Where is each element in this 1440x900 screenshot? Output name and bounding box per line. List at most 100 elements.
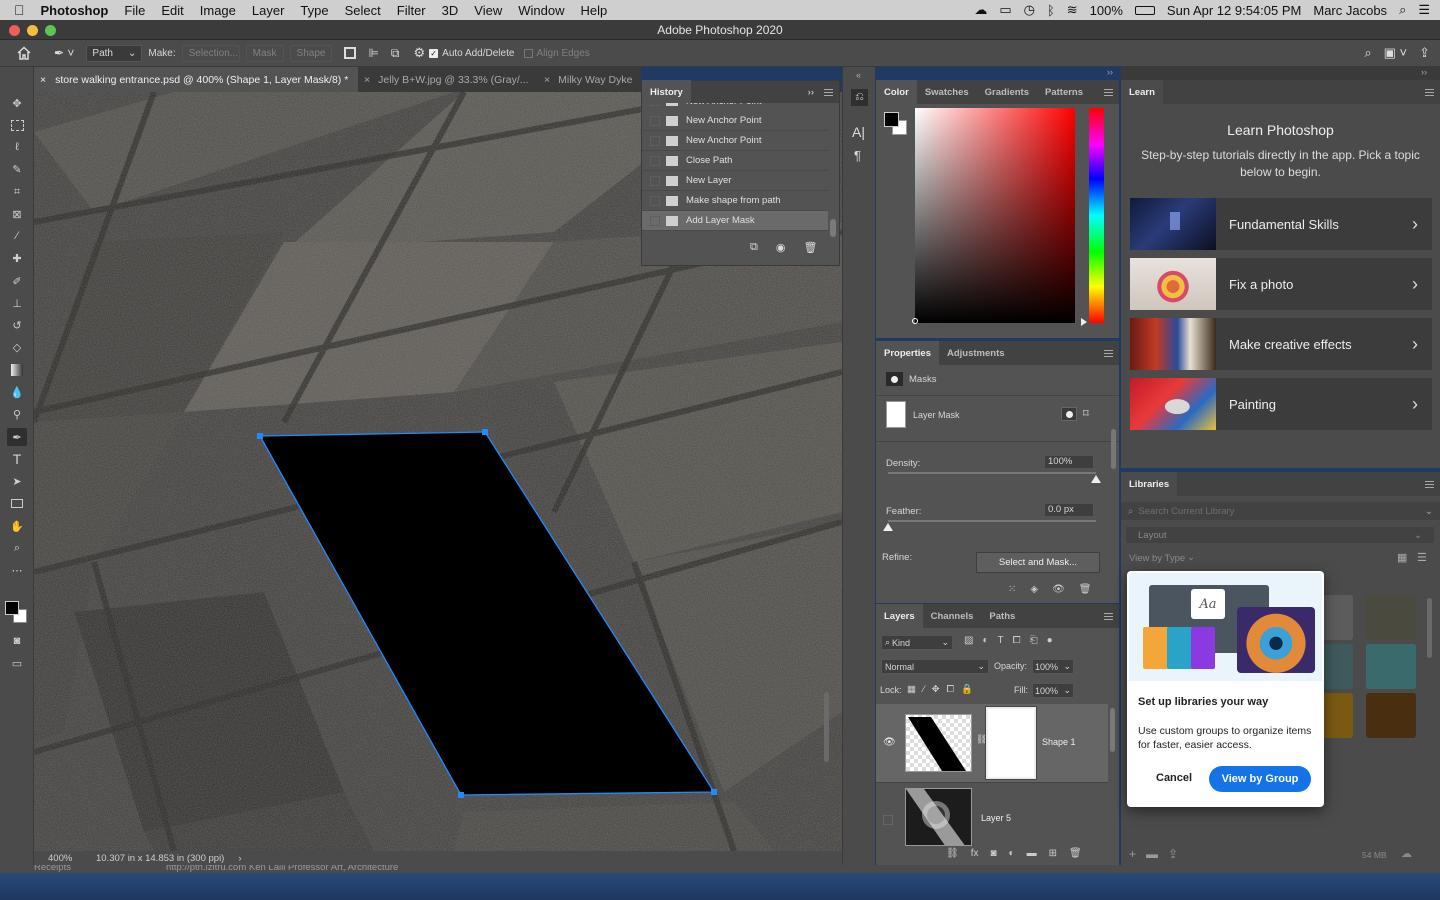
- doc-tab-jelly[interactable]: × Jelly B+W.jpg @ 33.3% (Gray/...: [358, 67, 538, 92]
- status-expand-icon[interactable]: ›: [238, 853, 241, 864]
- panel-menu-icon[interactable]: [1425, 480, 1434, 488]
- layer-style-fx-icon[interactable]: fx: [971, 848, 979, 859]
- quick-selection-tool-icon[interactable]: ✎: [7, 160, 27, 178]
- learn-card-fix-a-photo[interactable]: Fix a photo ›: [1130, 258, 1432, 310]
- libraries-scrollbar[interactable]: [1427, 598, 1432, 658]
- filter-adjustment-icon[interactable]: ◐: [982, 635, 988, 646]
- share-icon[interactable]: ⇪: [1419, 45, 1430, 61]
- feather-input[interactable]: 0.0 px: [1044, 503, 1094, 517]
- tab-layers[interactable]: Layers: [876, 604, 923, 628]
- doc-tab-milky-way[interactable]: × Milky Way Dyke: [538, 67, 641, 92]
- character-panel-icon[interactable]: A|: [852, 124, 865, 140]
- rectangle-tool-icon[interactable]: [7, 494, 27, 512]
- quick-mask-icon[interactable]: ◙: [7, 632, 27, 650]
- lasso-tool-icon[interactable]: ℓ: [7, 138, 27, 156]
- color-picker-handle[interactable]: [912, 318, 918, 324]
- adjustment-layer-icon[interactable]: ◐: [1009, 848, 1015, 859]
- filter-shape-icon[interactable]: ⧠: [1013, 635, 1021, 646]
- hue-slider[interactable]: [1089, 108, 1104, 323]
- tab-learn[interactable]: Learn: [1121, 80, 1163, 104]
- layers-scrollbar[interactable]: [1110, 708, 1115, 752]
- history-brush-tool-icon[interactable]: ↺: [7, 316, 27, 334]
- time-machine-icon[interactable]: ◷: [1024, 2, 1035, 18]
- menu-view[interactable]: View: [466, 3, 510, 18]
- brush-tool-icon[interactable]: ✐: [7, 272, 27, 290]
- marquee-tool-icon[interactable]: [7, 116, 27, 134]
- vector-mask-icon[interactable]: ⌑: [1083, 407, 1089, 420]
- tab-properties[interactable]: Properties: [876, 341, 939, 365]
- menu-app-photoshop[interactable]: Photoshop: [33, 3, 117, 18]
- layer-mask-thumb[interactable]: [986, 707, 1036, 779]
- history-scrollbar[interactable]: [830, 219, 836, 237]
- learn-card-fundamental-skills[interactable]: Fundamental Skills ›: [1130, 198, 1432, 250]
- filter-type-icon[interactable]: T: [998, 635, 1004, 646]
- menubar-clock[interactable]: Sun Apr 12 9:54:05 PM: [1167, 3, 1301, 18]
- path-arrangement-icon[interactable]: ⧉: [391, 46, 400, 61]
- tab-adjustments[interactable]: Adjustments: [939, 341, 1013, 365]
- history-item[interactable]: Close Path: [642, 151, 828, 171]
- create-snapshot-icon[interactable]: ◉: [776, 241, 786, 254]
- history-tab[interactable]: History: [642, 80, 691, 104]
- select-and-mask-button[interactable]: Select and Mask...: [976, 552, 1100, 573]
- new-document-from-state-icon[interactable]: ⧉: [750, 241, 758, 254]
- panel-menu-icon[interactable]: [1425, 88, 1434, 96]
- notification-center-icon[interactable]: ☰: [1418, 2, 1430, 18]
- hand-tool-icon[interactable]: ✋: [7, 517, 27, 535]
- lock-position-icon[interactable]: ✥: [932, 684, 940, 695]
- wifi-icon[interactable]: ≋: [1067, 2, 1078, 18]
- menu-filter[interactable]: Filter: [389, 3, 434, 18]
- menu-type[interactable]: Type: [292, 3, 336, 18]
- clone-stamp-tool-icon[interactable]: ⊥: [7, 294, 27, 312]
- panel-menu-icon[interactable]: [1104, 88, 1113, 96]
- tab-color[interactable]: Color: [876, 80, 917, 104]
- list-view-icon[interactable]: ☰: [1417, 551, 1427, 564]
- hue-slider-handle[interactable]: [1081, 318, 1087, 326]
- delete-state-icon[interactable]: 🗑: [803, 241, 817, 254]
- lock-pixels-icon[interactable]: ⁄: [923, 684, 925, 695]
- make-mask-button[interactable]: Mask: [245, 44, 284, 62]
- cloud-sync-icon[interactable]: ☁: [1401, 847, 1412, 860]
- color-foreground-swatch[interactable]: [884, 112, 899, 127]
- menu-edit[interactable]: Edit: [153, 3, 191, 18]
- filter-pixel-icon[interactable]: ▨: [964, 635, 973, 646]
- apply-mask-icon[interactable]: ◈: [1030, 584, 1038, 595]
- menu-window[interactable]: Window: [510, 3, 572, 18]
- gradient-tool-icon[interactable]: [7, 361, 27, 379]
- history-item[interactable]: New Anchor Point: [642, 111, 828, 131]
- menu-help[interactable]: Help: [572, 3, 615, 18]
- delete-layer-icon[interactable]: 🗑: [1069, 848, 1082, 859]
- density-input[interactable]: 100%: [1044, 455, 1094, 469]
- layer-visibility-toggle[interactable]: [883, 815, 893, 825]
- popup-cancel-button[interactable]: Cancel: [1156, 772, 1192, 784]
- airplay-icon[interactable]: ▭: [999, 2, 1011, 18]
- more-tools-icon[interactable]: ⋯: [7, 561, 27, 579]
- lock-transparent-icon[interactable]: ▦: [907, 684, 916, 695]
- filter-toggle-icon[interactable]: ●: [1047, 635, 1053, 646]
- opacity-input[interactable]: 100% ⌄: [1032, 659, 1074, 674]
- history-item-active[interactable]: Add Layer Mask: [642, 211, 828, 231]
- path-selection-tool-icon[interactable]: ➤: [7, 472, 27, 490]
- dodge-tool-icon[interactable]: ⚲: [7, 405, 27, 423]
- properties-scrollbar[interactable]: [1111, 429, 1116, 469]
- toggle-mask-visibility-icon[interactable]: 👁: [1052, 584, 1065, 595]
- path-alignment-icon[interactable]: ⊫: [368, 46, 378, 60]
- bluetooth-icon[interactable]: ᛒ: [1047, 3, 1055, 18]
- view-by-group-button[interactable]: View by Group: [1209, 766, 1311, 792]
- type-tool-icon[interactable]: T: [7, 450, 27, 468]
- apple-menu-icon[interactable]: : [0, 2, 33, 18]
- doc-tab-store-walking[interactable]: × store walking entrance.psd @ 400% (Sha…: [34, 67, 358, 92]
- close-tab-icon[interactable]: ×: [364, 74, 370, 86]
- library-color-swatch[interactable]: [1366, 595, 1416, 640]
- view-by-type-dropdown[interactable]: View by Type: [1129, 553, 1185, 564]
- lock-all-icon[interactable]: 🔒: [961, 684, 973, 695]
- tab-paths[interactable]: Paths: [981, 604, 1023, 628]
- layer-row-shape-1[interactable]: 👁 ⛓ Shape 1: [876, 704, 1108, 782]
- tab-swatches[interactable]: Swatches: [917, 80, 977, 104]
- path-operations-icon[interactable]: [344, 47, 357, 59]
- lock-artboard-icon[interactable]: ⧠: [947, 684, 955, 695]
- filter-kind-select[interactable]: ⌕ Kind ⌄: [881, 635, 953, 650]
- healing-brush-tool-icon[interactable]: ✚: [7, 249, 27, 267]
- blur-tool-icon[interactable]: 💧: [7, 383, 27, 401]
- history-item[interactable]: New Layer: [642, 171, 828, 191]
- pen-mode-select[interactable]: Path ⌄: [86, 44, 143, 62]
